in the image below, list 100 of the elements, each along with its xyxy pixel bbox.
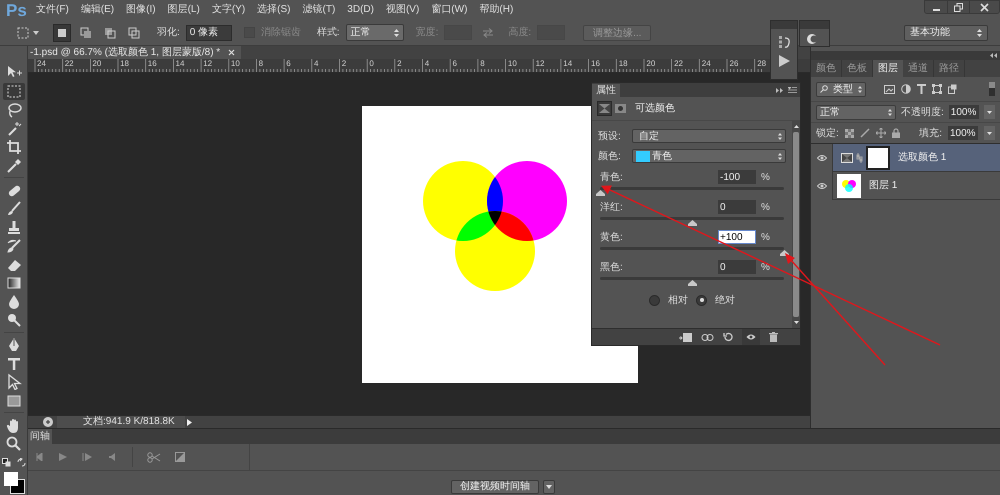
adjustment-toggle[interactable] <box>597 101 612 116</box>
search-icon <box>820 85 828 93</box>
ruler-label: 6 <box>452 60 457 68</box>
clip-to-layer-icon[interactable] <box>679 332 692 342</box>
unit-label: % <box>761 230 770 244</box>
tool-button[interactable] <box>2 82 24 100</box>
color-circles-icon <box>841 178 857 192</box>
minimize-icon <box>932 8 940 10</box>
unit-label: % <box>761 170 770 184</box>
ruler-label: 20 <box>92 60 102 68</box>
ruler-label: 18 <box>618 60 628 68</box>
adjustment-layer-icon <box>841 152 853 162</box>
blend-mode-dropdown[interactable]: 正常 <box>816 104 896 120</box>
fill-slider-button[interactable] <box>984 126 995 140</box>
document-tab[interactable]: -1.psd @ 66.7% (选取颜色 1, 图层蒙版/8) * <box>28 46 242 59</box>
caret-icon <box>987 132 992 134</box>
filter-toggle[interactable] <box>989 82 995 96</box>
smart-object-filter-icon[interactable] <box>948 84 957 94</box>
panel-tab[interactable]: 路径 <box>934 60 965 77</box>
image-filter-icon[interactable] <box>884 84 895 94</box>
radio-button[interactable] <box>649 294 660 306</box>
mask-icon[interactable] <box>615 104 626 113</box>
panel-title: 可选颜色 <box>635 102 675 116</box>
panel-tab[interactable]: 通道 <box>903 60 934 77</box>
fill-input[interactable]: 100% <box>948 126 978 140</box>
menu-item[interactable]: 图像(I) <box>120 5 162 15</box>
dropdown-arrows-icon <box>858 86 862 92</box>
trash-icon[interactable] <box>769 332 778 342</box>
reset-icon[interactable] <box>723 332 733 342</box>
timeline-options-button[interactable] <box>543 480 555 494</box>
menu-item[interactable]: 视图(V) <box>380 5 426 15</box>
timeline-tab[interactable]: 间轴 <box>28 429 52 444</box>
menu-item[interactable]: 帮助(H) <box>473 5 520 15</box>
lock-brush-icon[interactable] <box>860 128 870 138</box>
lock-icon[interactable] <box>892 128 900 138</box>
transition-icon[interactable] <box>175 452 185 462</box>
swap-colors-icon[interactable] <box>16 458 26 466</box>
info-icon[interactable] <box>42 416 54 428</box>
selection-mode-button[interactable] <box>53 24 71 42</box>
opacity-slider-button[interactable] <box>984 105 995 119</box>
layer-name[interactable]: 图层 1 <box>869 178 898 193</box>
type-filter-icon[interactable] <box>917 84 926 94</box>
ruler-label: 4 <box>314 60 318 68</box>
panel-tab[interactable]: 颜色 <box>811 60 842 77</box>
menu-item[interactable]: 3D(D) <box>341 5 380 15</box>
dropdown-arrows-icon <box>888 108 892 116</box>
adjustments-icon[interactable] <box>806 33 818 45</box>
expand-icon[interactable] <box>776 88 783 93</box>
marquee-tool-icon <box>4 82 22 100</box>
close-icon[interactable] <box>228 49 236 56</box>
feather-input[interactable]: 0 像素 <box>186 24 232 40</box>
opacity-input[interactable]: 100% <box>948 105 979 119</box>
menu-item[interactable]: 文字(Y) <box>206 5 252 15</box>
shape-filter-icon[interactable] <box>932 84 942 94</box>
layer-row[interactable]: 图层 1 <box>811 172 1000 200</box>
layer-row[interactable]: 选取颜色 1 <box>811 144 1000 172</box>
visibility-toggle[interactable] <box>811 144 833 172</box>
selection-mode-icon <box>79 26 93 40</box>
panel-menu-icon[interactable] <box>788 87 797 93</box>
value-input[interactable]: -100 <box>718 170 756 184</box>
value-input[interactable]: 0 <box>718 260 756 274</box>
style-dropdown[interactable]: 正常 <box>346 24 404 41</box>
visibility-button[interactable] <box>742 329 760 345</box>
menu-item[interactable]: 窗口(W) <box>425 5 474 15</box>
menu-item[interactable]: 编辑(E) <box>74 5 120 15</box>
view-previous-icon[interactable] <box>701 332 714 342</box>
preset-dropdown[interactable]: 自定 <box>632 129 786 143</box>
history-icon[interactable] <box>778 35 790 49</box>
menu-item[interactable]: 文件(F) <box>30 5 75 15</box>
filter-dropdown[interactable]: 类型 <box>816 82 866 96</box>
radio-button[interactable] <box>696 294 707 306</box>
value-input[interactable]: 0 <box>718 200 756 214</box>
scissors-icon[interactable] <box>147 452 161 462</box>
collapse-icon[interactable] <box>990 53 997 58</box>
adjustment-filter-icon[interactable] <box>901 84 911 94</box>
slider-label: 黑色: <box>599 260 624 274</box>
lock-move-icon[interactable] <box>876 128 886 138</box>
radio-label: 相对 <box>668 294 688 308</box>
play-icon[interactable] <box>778 55 790 67</box>
layer-name[interactable]: 选取颜色 1 <box>898 150 946 165</box>
panel-tab[interactable]: 属性 <box>592 84 620 97</box>
slider-thumb[interactable] <box>596 190 604 196</box>
scrollbar[interactable] <box>792 121 800 328</box>
menu-item[interactable]: 图层(L) <box>162 5 206 15</box>
default-colors-icon[interactable] <box>2 458 10 466</box>
eye-icon <box>816 182 826 188</box>
menu-item[interactable]: 滤镜(T) <box>296 5 342 15</box>
close-icon <box>980 2 989 12</box>
workspace-dropdown[interactable]: 基本功能 <box>904 24 988 40</box>
ruler-label: 10 <box>230 60 240 68</box>
menu-item[interactable]: 选择(S) <box>251 5 296 15</box>
create-timeline-button[interactable]: 创建视频时间轴 <box>451 480 539 494</box>
app-logo[interactable]: Ps <box>0 2 30 18</box>
panel-tab[interactable]: 图层 <box>873 60 903 77</box>
color-swatches-icon[interactable] <box>2 471 26 495</box>
caret-icon <box>33 30 39 34</box>
value-input[interactable]: +100 <box>718 230 756 244</box>
colors-dropdown[interactable]: 青色 <box>632 149 786 163</box>
status-menu-button[interactable] <box>185 416 193 428</box>
lock-transparency-icon[interactable] <box>844 128 854 138</box>
